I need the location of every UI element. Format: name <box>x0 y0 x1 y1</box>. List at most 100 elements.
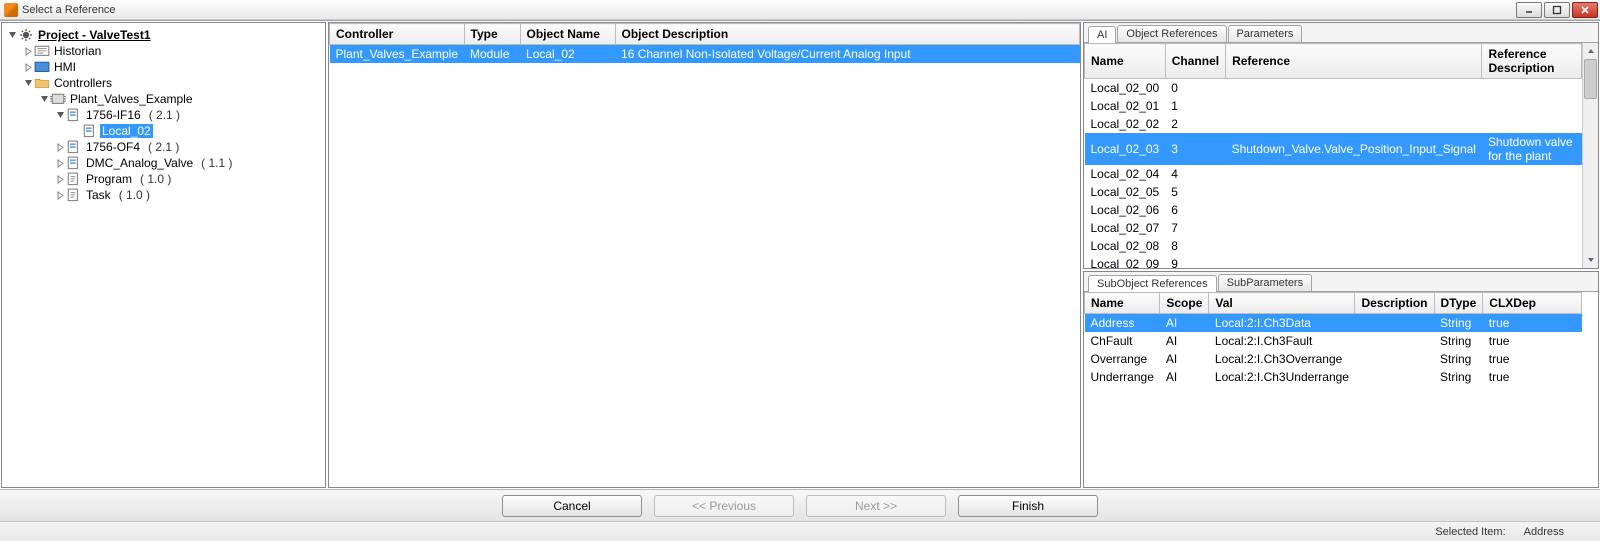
col-name[interactable]: Name <box>1085 44 1166 79</box>
tree-label: Program <box>84 172 134 186</box>
project-tree-panel[interactable]: Project - ValveTest1 Historian HMI Contr… <box>1 22 326 488</box>
col-reference[interactable]: Reference <box>1226 44 1482 79</box>
col-object-desc[interactable]: Object Description <box>615 24 1079 45</box>
tree-item-of4[interactable]: 1756-OF4 ( 2.1 ) <box>4 139 323 155</box>
table-row[interactable]: Local_02_077 <box>1085 219 1582 237</box>
table-row[interactable]: Local_02_088 <box>1085 237 1582 255</box>
tree-item-controllers[interactable]: Controllers <box>4 75 323 91</box>
table-row[interactable]: Plant_Valves_ExampleModuleLocal_0216 Cha… <box>330 45 1080 64</box>
tab-ai[interactable]: AI <box>1088 26 1116 43</box>
tab-subobject-references[interactable]: SubObject References <box>1088 275 1217 292</box>
channels-panel: AI Object References Parameters Name Cha… <box>1083 22 1599 269</box>
cell: true <box>1483 350 1582 368</box>
cell: Local_02_01 <box>1085 97 1166 115</box>
expand-icon[interactable] <box>6 29 18 41</box>
channels-table[interactable]: Name Channel Reference Reference Descrip… <box>1084 43 1582 268</box>
tree-root[interactable]: Project - ValveTest1 <box>4 27 323 43</box>
tree-item-if16[interactable]: 1756-IF16 ( 2.1 ) <box>4 107 323 123</box>
cell: String <box>1434 332 1483 350</box>
cell <box>1355 332 1434 350</box>
tab-object-references[interactable]: Object References <box>1117 25 1226 42</box>
cell: String <box>1434 368 1483 386</box>
hmi-icon <box>34 60 50 74</box>
close-button[interactable] <box>1572 2 1598 18</box>
expand-icon[interactable] <box>22 77 34 89</box>
col-scope[interactable]: Scope <box>1160 293 1209 314</box>
tree-version: ( 2.1 ) <box>148 140 179 154</box>
table-row[interactable]: UnderrangeAILocal:2:I.Ch3UnderrangeStrin… <box>1085 368 1582 386</box>
col-clxdep[interactable]: CLXDep <box>1483 293 1582 314</box>
cell: 8 <box>1165 237 1225 255</box>
finish-button[interactable]: Finish <box>958 495 1098 517</box>
col-val[interactable]: Val <box>1209 293 1355 314</box>
tab-subparameters[interactable]: SubParameters <box>1218 274 1312 291</box>
table-row[interactable]: OverrangeAILocal:2:I.Ch3OverrangeStringt… <box>1085 350 1582 368</box>
table-row[interactable]: Local_02_099 <box>1085 255 1582 268</box>
collapse-icon[interactable] <box>54 141 66 153</box>
cell: true <box>1483 332 1582 350</box>
collapse-icon[interactable] <box>54 189 66 201</box>
tree-item-dmc[interactable]: DMC_Analog_Valve ( 1.1 ) <box>4 155 323 171</box>
cell: 2 <box>1165 115 1225 133</box>
scroll-down-icon[interactable] <box>1583 252 1598 268</box>
scroll-up-icon[interactable] <box>1583 43 1598 59</box>
cell: Local_02_00 <box>1085 79 1166 98</box>
tab-parameters[interactable]: Parameters <box>1228 25 1303 42</box>
cell: Shutdown_Valve.Valve_Position_Input_Sign… <box>1226 133 1482 165</box>
tree-item-task[interactable]: Task ( 1.0 ) <box>4 187 323 203</box>
objects-table[interactable]: Controller Type Object Name Object Descr… <box>329 23 1080 63</box>
tree-item-plant[interactable]: Plant_Valves_Example <box>4 91 323 107</box>
scroll-thumb[interactable] <box>1584 59 1597 99</box>
col-controller[interactable]: Controller <box>330 24 465 45</box>
objects-panel: Controller Type Object Name Object Descr… <box>328 22 1081 488</box>
subobject-tabs: SubObject References SubParameters <box>1084 272 1598 292</box>
expand-icon[interactable] <box>38 93 50 105</box>
tree-item-hmi[interactable]: HMI <box>4 59 323 75</box>
previous-button[interactable]: << Previous <box>654 495 794 517</box>
tree-label: 1756-OF4 <box>84 140 142 154</box>
table-row[interactable]: Local_02_066 <box>1085 201 1582 219</box>
col-description[interactable]: Description <box>1355 293 1434 314</box>
table-row[interactable]: Local_02_011 <box>1085 97 1582 115</box>
collapse-icon[interactable] <box>54 173 66 185</box>
cell <box>1482 97 1582 115</box>
tree-label: Plant_Valves_Example <box>68 92 195 106</box>
cell: AI <box>1160 368 1209 386</box>
scrollbar[interactable] <box>1582 43 1598 268</box>
cell: String <box>1434 314 1483 333</box>
col-channel[interactable]: Channel <box>1165 44 1225 79</box>
col-name[interactable]: Name <box>1085 293 1160 314</box>
channels-tabs: AI Object References Parameters <box>1084 23 1598 43</box>
table-row[interactable]: Local_02_055 <box>1085 183 1582 201</box>
next-button[interactable]: Next >> <box>806 495 946 517</box>
col-type[interactable]: Type <box>464 24 520 45</box>
table-row[interactable]: Local_02_000 <box>1085 79 1582 98</box>
gear-icon <box>18 28 34 42</box>
minimize-button[interactable] <box>1516 2 1542 18</box>
col-object-name[interactable]: Object Name <box>520 24 615 45</box>
cell: Local_02_07 <box>1085 219 1166 237</box>
table-row[interactable]: AddressAILocal:2:I.Ch3DataStringtrue <box>1085 314 1582 333</box>
collapse-icon[interactable] <box>22 45 34 57</box>
cell <box>1226 79 1482 98</box>
cancel-button[interactable]: Cancel <box>502 495 642 517</box>
tree-item-local02[interactable]: Local_02 <box>4 123 323 139</box>
program-icon <box>66 172 82 186</box>
table-row[interactable]: Local_02_044 <box>1085 165 1582 183</box>
cell: Local:2:I.Ch3Underrange <box>1209 368 1355 386</box>
tree-item-historian[interactable]: Historian <box>4 43 323 59</box>
table-row[interactable]: Local_02_022 <box>1085 115 1582 133</box>
expand-icon[interactable] <box>54 109 66 121</box>
tree-item-program[interactable]: Program ( 1.0 ) <box>4 171 323 187</box>
collapse-icon[interactable] <box>54 157 66 169</box>
col-dtype[interactable]: DType <box>1434 293 1483 314</box>
maximize-button[interactable] <box>1544 2 1570 18</box>
cell <box>1482 201 1582 219</box>
table-row[interactable]: Local_02_033Shutdown_Valve.Valve_Positio… <box>1085 133 1582 165</box>
cell: Local:2:I.Ch3Data <box>1209 314 1355 333</box>
col-ref-desc[interactable]: Reference Description <box>1482 44 1582 79</box>
cell: 7 <box>1165 219 1225 237</box>
collapse-icon[interactable] <box>22 61 34 73</box>
table-row[interactable]: ChFaultAILocal:2:I.Ch3FaultStringtrue <box>1085 332 1582 350</box>
subobject-table[interactable]: Name Scope Val Description DType CLXDep … <box>1084 292 1582 386</box>
